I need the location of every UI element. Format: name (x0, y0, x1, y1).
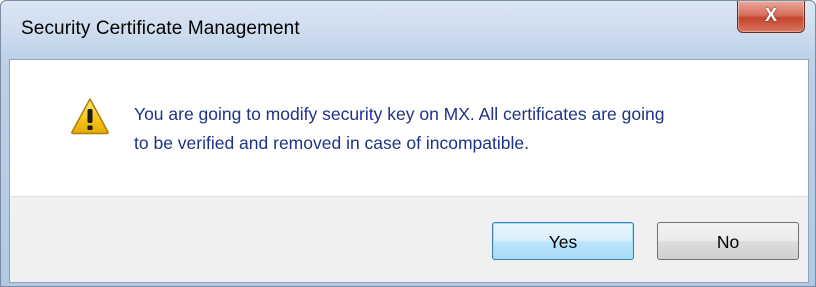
close-button[interactable]: X (737, 1, 805, 33)
no-button[interactable]: No (657, 222, 799, 260)
dialog-client-area: You are going to modify security key on … (9, 59, 809, 283)
yes-button[interactable]: Yes (492, 222, 634, 260)
warning-icon (71, 98, 109, 135)
title-bar[interactable]: Security Certificate Management X (1, 1, 815, 59)
button-bar: Yes No (10, 196, 808, 282)
window-title: Security Certificate Management (21, 18, 300, 39)
message-line-2: to be verified and removed in case of in… (134, 133, 529, 153)
message-line-1: You are going to modify security key on … (134, 104, 665, 124)
dialog-window: Security Certificate Management X You ar… (0, 0, 816, 287)
dialog-message: You are going to modify security key on … (134, 100, 774, 158)
message-area: You are going to modify security key on … (10, 60, 808, 196)
close-icon: X (764, 5, 777, 25)
